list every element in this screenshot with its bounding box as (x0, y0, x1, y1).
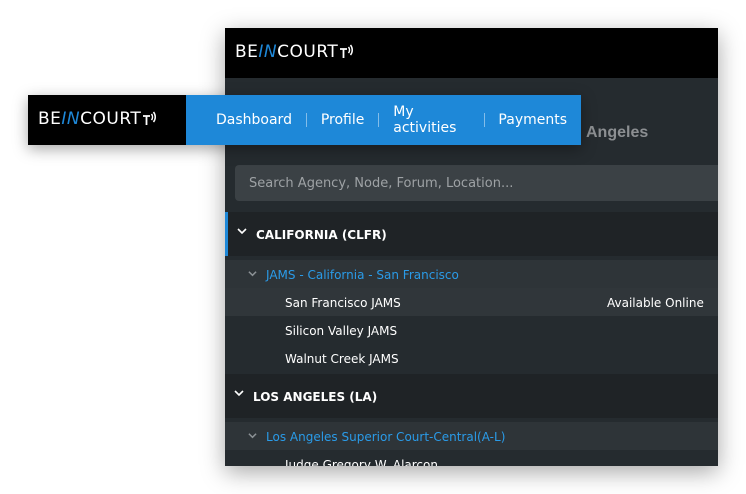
chevron-down-icon (248, 271, 257, 277)
search-input[interactable] (235, 165, 718, 201)
group-label: CALIFORNIA (CLFR) (256, 228, 387, 242)
list-item[interactable]: Judge Gregory W. Alarcon (225, 450, 718, 466)
item-label: Judge Gregory W. Alarcon (285, 458, 438, 466)
subgroup-row-la-superior-court[interactable]: Los Angeles Superior Court-Central(A-L) (225, 422, 718, 450)
subgroup-row-jams-sf[interactable]: JAMS - California - San Francisco (225, 260, 718, 288)
top-navigation-bar: BE IN COURT Dashboard Profile My activitie… (28, 95, 581, 145)
signal-icon (340, 44, 354, 58)
nav-logo-container: BE IN COURT (28, 95, 186, 145)
subgroup-label: JAMS - California - San Francisco (266, 268, 459, 282)
item-label: Walnut Creek JAMS (285, 352, 399, 366)
chevron-down-icon (237, 228, 247, 235)
chevron-down-icon (248, 433, 257, 439)
panel-header: BE IN COURT (225, 28, 718, 78)
nav-item-my-activities[interactable]: My activities (379, 104, 483, 136)
signal-icon (143, 111, 157, 125)
beincourt-logo[interactable]: BE IN COURT (38, 109, 158, 129)
court-browser-panel: BEINCOURT Angeles CALIFORNIA (CLFR) JAMS… (225, 28, 718, 466)
nav-item-dashboard[interactable]: Dashboard (186, 112, 306, 128)
subgroup-label: Los Angeles Superior Court-Central(A-L) (266, 430, 506, 444)
group-row-california[interactable]: CALIFORNIA (CLFR) (225, 212, 718, 256)
availability-status: Available Online (607, 296, 704, 310)
nav-item-payments[interactable]: Payments (484, 112, 581, 128)
list-item[interactable]: Walnut Creek JAMS (225, 344, 718, 372)
item-label: San Francisco JAMS (285, 296, 401, 310)
group-label: LOS ANGELES (LA) (253, 390, 378, 404)
beincourt-logo[interactable]: BE IN COURT (235, 42, 355, 62)
location-heading: Angeles (586, 124, 649, 141)
nav-links: Dashboard Profile My activities Payments (186, 95, 581, 145)
list-item[interactable]: San Francisco JAMS Available Online (225, 288, 718, 316)
list-item[interactable]: Silicon Valley JAMS (225, 316, 718, 344)
nav-item-profile[interactable]: Profile (307, 112, 379, 128)
item-label: Silicon Valley JAMS (285, 324, 398, 338)
chevron-down-icon (234, 390, 244, 397)
group-row-los-angeles[interactable]: LOS ANGELES (LA) (225, 374, 718, 418)
